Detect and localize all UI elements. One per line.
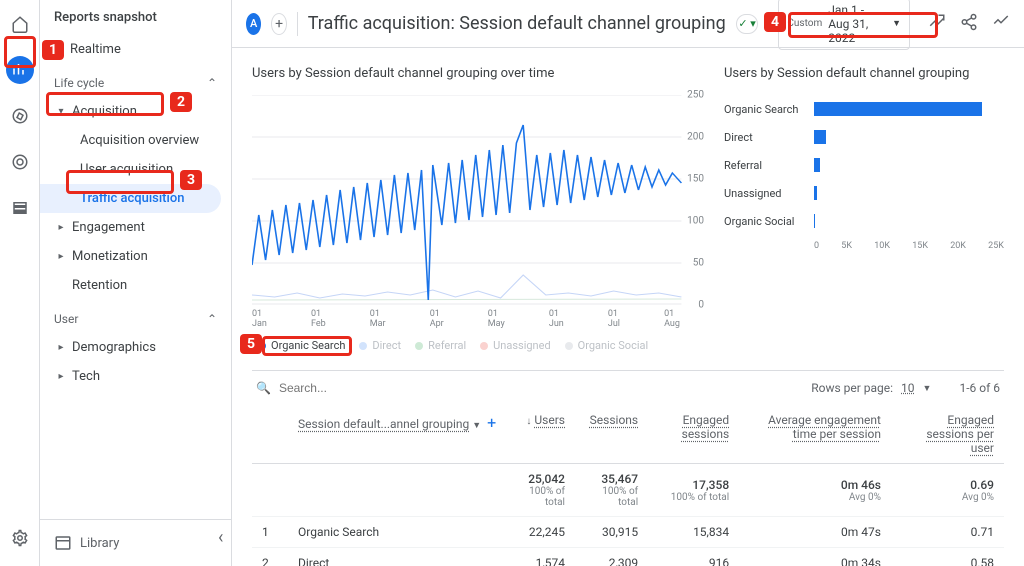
search-icon: 🔍 [256,381,271,395]
reports-icon[interactable] [6,56,34,84]
sidebar-item-demographics[interactable]: ▸Demographics [40,333,231,362]
sidebar-item-retention[interactable]: Retention [40,271,231,300]
sidebar-library[interactable]: Library [40,519,231,566]
table-row[interactable]: 1Organic Search22,24530,91515,8340m 47s0… [252,517,1004,548]
rows-per-page-label: Rows per page: [811,381,893,395]
settings-icon[interactable] [6,524,34,552]
line-chart-title: Users by Session default channel groupin… [252,66,704,81]
line-chart-card: Users by Session default channel groupin… [252,66,704,352]
nav-rail [0,0,40,566]
col-engaged[interactable]: Engaged sessions [682,413,730,441]
share-icon[interactable] [960,13,978,35]
bar-chart-card: Users by Session default channel groupin… [724,66,1004,352]
table-range: 1-6 of 6 [959,381,1000,395]
advertising-icon[interactable] [6,148,34,176]
add-dimension-button[interactable]: + [487,413,496,432]
col-avg[interactable]: Average engagement time per session [768,413,881,441]
col-eps[interactable]: Engaged sessions per user [926,413,994,455]
table-row[interactable]: 2Direct1,5742,3099160m 34s0.58 [252,548,1004,566]
bar-chart[interactable]: Organic Search Direct Referral Unassigne… [724,95,1004,235]
insights-icon[interactable] [992,13,1010,35]
bar-chart-title: Users by Session default channel groupin… [724,66,1004,81]
table-totals-row: 25,042100% of total 35,467100% of total … [252,464,1004,517]
sidebar-item-tech[interactable]: ▸Tech [40,362,231,391]
dimension-header[interactable]: Session default...annel grouping [298,417,469,431]
sidebar-item-engagement[interactable]: ▸Engagement [40,213,231,242]
add-comparison-button[interactable]: + [271,13,287,35]
sidebar-item-acquisition[interactable]: ▾Acquisition [40,97,231,126]
col-sessions[interactable]: Sessions [590,413,638,427]
bar-chart-x-axis: 05K10K15K20K25K [724,241,1004,251]
library-icon [54,534,72,552]
sidebar-sub-user-acq[interactable]: User acquisition [40,155,231,184]
main: A + Traffic acquisition: Session default… [232,0,1024,566]
configure-icon[interactable] [6,194,34,222]
legend-unassigned[interactable]: Unassigned [480,339,551,352]
col-users[interactable]: Users [534,413,565,427]
sidebar-sub-traffic-acq[interactable]: Traffic acquisition [40,184,221,213]
sidebar: Reports snapshot Realtime Life cycle⌃ ▾A… [40,0,232,566]
page-title: Traffic acquisition: Session default cha… [308,13,726,34]
customize-report-icon[interactable] [928,13,946,35]
sidebar-sub-acq-overview[interactable]: Acquisition overview [40,126,231,155]
filter-status-pill[interactable]: ✓ ▾ [736,14,759,34]
sidebar-section-user[interactable]: User⌃ [40,300,231,333]
sidebar-collapse-icon[interactable]: ‹ [218,527,223,548]
legend-organic-social[interactable]: Organic Social [565,339,649,352]
sidebar-item-monetization[interactable]: ▸Monetization [40,242,231,271]
table-search-input[interactable] [279,381,479,395]
rows-per-page-select[interactable]: 10 [901,381,915,395]
line-chart[interactable]: 250 200 150 100 50 0 [252,95,704,305]
home-icon[interactable] [6,10,34,38]
sidebar-realtime[interactable]: Realtime [40,35,231,64]
sidebar-reports-snapshot[interactable]: Reports snapshot [40,0,231,35]
date-range-picker[interactable]: Custom Jan 1 - Aug 31, 2022 ▼ [778,0,910,50]
legend-direct[interactable]: Direct [359,339,401,352]
topbar: A + Traffic acquisition: Session default… [232,0,1024,48]
data-table-section: 🔍 Rows per page: 10 ▼ 1-6 of 6 Session d… [252,370,1004,566]
account-avatar[interactable]: A [246,13,261,35]
legend-organic-search[interactable]: Organic Search [258,339,345,352]
line-chart-x-axis: 01Jan 01Feb 01Mar 01Apr 01May 01Jun 01Ju… [252,309,704,329]
legend-referral[interactable]: Referral [415,339,466,352]
data-table: Session default...annel grouping ▼ + ↓ U… [252,405,1004,566]
sidebar-section-lifecycle[interactable]: Life cycle⌃ [40,64,231,97]
explore-icon[interactable] [6,102,34,130]
line-chart-legend: Organic Search Direct Referral Unassigne… [252,339,704,352]
